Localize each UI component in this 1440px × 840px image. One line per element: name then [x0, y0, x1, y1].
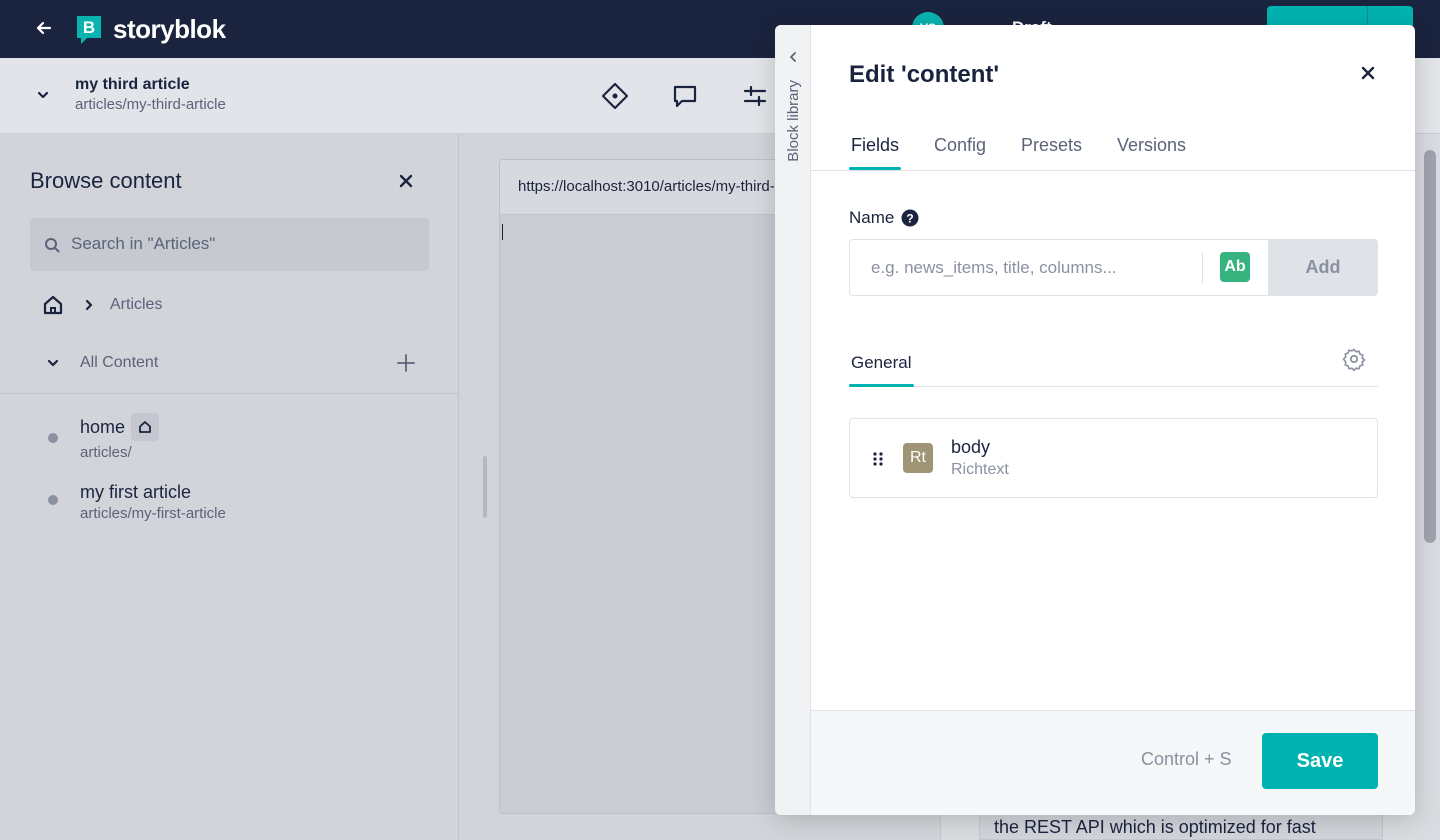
- scrollbar[interactable]: [1424, 150, 1436, 543]
- list-item[interactable]: home articles/: [0, 406, 459, 466]
- richtext-type-badge: Rt: [903, 443, 933, 473]
- resize-handle[interactable]: [483, 456, 487, 518]
- logo-text: storyblok: [113, 14, 226, 44]
- input-separator: [1202, 252, 1203, 284]
- story-slug: articles/my-third-article: [75, 96, 226, 113]
- svg-text:?: ?: [906, 212, 913, 226]
- chevron-down-icon[interactable]: [46, 356, 60, 370]
- field-name: body: [951, 437, 991, 457]
- browse-content-sidebar: Browse content Search in "Articles" Arti…: [0, 134, 459, 840]
- sidebar-search-input[interactable]: Search in "Articles": [30, 218, 429, 271]
- home-badge: [131, 413, 159, 441]
- diamond-icon[interactable]: [601, 82, 629, 110]
- back-arrow-icon[interactable]: [34, 18, 54, 38]
- panel-tabs: Fields Config Presets Versions: [811, 125, 1415, 171]
- preview-frame[interactable]: https://localhost:3010/articles/my-third…: [499, 159, 789, 814]
- active-tab-indicator: [849, 167, 901, 170]
- chevron-right-icon: [85, 299, 93, 311]
- search-placeholder: Search in "Articles": [71, 234, 216, 253]
- chevron-down-icon[interactable]: [36, 88, 50, 102]
- story-name: my third article: [75, 76, 190, 93]
- save-button[interactable]: Save: [1262, 733, 1378, 789]
- field-type: Richtext: [951, 461, 1009, 478]
- status-dot: [48, 433, 58, 443]
- list-item-name: my first article: [80, 482, 192, 502]
- text-caret: [502, 224, 503, 240]
- folder-all-content[interactable]: All Content: [80, 354, 158, 372]
- tab-versions[interactable]: Versions: [1117, 135, 1186, 156]
- name-input-group: Ab Add: [849, 239, 1378, 296]
- panel-title: Edit 'content': [849, 61, 1000, 88]
- name-label: Name: [849, 208, 895, 227]
- preview-url[interactable]: https://localhost:3010/articles/my-third…: [518, 178, 788, 195]
- field-row[interactable]: Rt body Richtext: [849, 418, 1378, 498]
- tab-config[interactable]: Config: [934, 135, 986, 156]
- plus-icon[interactable]: [396, 353, 416, 373]
- edit-content-panel: Block library Edit 'content' Fields Conf…: [775, 25, 1415, 815]
- svg-text:B: B: [83, 18, 95, 37]
- block-library-label: Block library: [785, 80, 802, 162]
- divider: [0, 393, 459, 394]
- home-icon[interactable]: [42, 294, 64, 316]
- tab-general[interactable]: General: [851, 353, 911, 373]
- close-icon[interactable]: [398, 173, 414, 189]
- field-name-input[interactable]: [850, 240, 1202, 295]
- comment-icon[interactable]: [671, 82, 699, 110]
- sliders-icon[interactable]: [741, 82, 769, 110]
- breadcrumb-articles[interactable]: Articles: [110, 296, 162, 314]
- preview-url-bar: https://localhost:3010/articles/my-third…: [500, 160, 788, 215]
- storyblok-logo-icon: B: [77, 16, 101, 44]
- add-field-button[interactable]: Add: [1268, 240, 1378, 295]
- field-type-selector[interactable]: Ab: [1220, 252, 1250, 282]
- chevron-left-icon[interactable]: [787, 50, 799, 64]
- content-text: the REST API which is optimized for fast: [994, 817, 1316, 837]
- list-item-name: home: [80, 417, 126, 437]
- home-icon: [139, 421, 151, 433]
- save-shortcut-hint: Control + S: [1141, 749, 1232, 769]
- tab-fields[interactable]: Fields: [851, 135, 899, 156]
- status-dot: [48, 495, 58, 505]
- list-item-slug: articles/: [80, 444, 132, 461]
- list-item[interactable]: my first article articles/my-first-artic…: [0, 474, 459, 534]
- help-icon[interactable]: ?: [901, 209, 919, 227]
- close-icon[interactable]: [1361, 66, 1375, 80]
- field-group-tabs: General: [849, 343, 1378, 387]
- tab-presets[interactable]: Presets: [1021, 135, 1082, 156]
- active-tab-indicator: [849, 384, 914, 387]
- list-item-slug: articles/my-first-article: [80, 505, 226, 522]
- drag-handle-icon[interactable]: [872, 451, 884, 467]
- sidebar-title: Browse content: [30, 168, 182, 193]
- search-icon: [45, 238, 60, 253]
- block-library-toggle[interactable]: Block library: [775, 25, 811, 815]
- gear-icon[interactable]: [1342, 347, 1366, 371]
- panel-footer: Control + S Save: [811, 710, 1415, 815]
